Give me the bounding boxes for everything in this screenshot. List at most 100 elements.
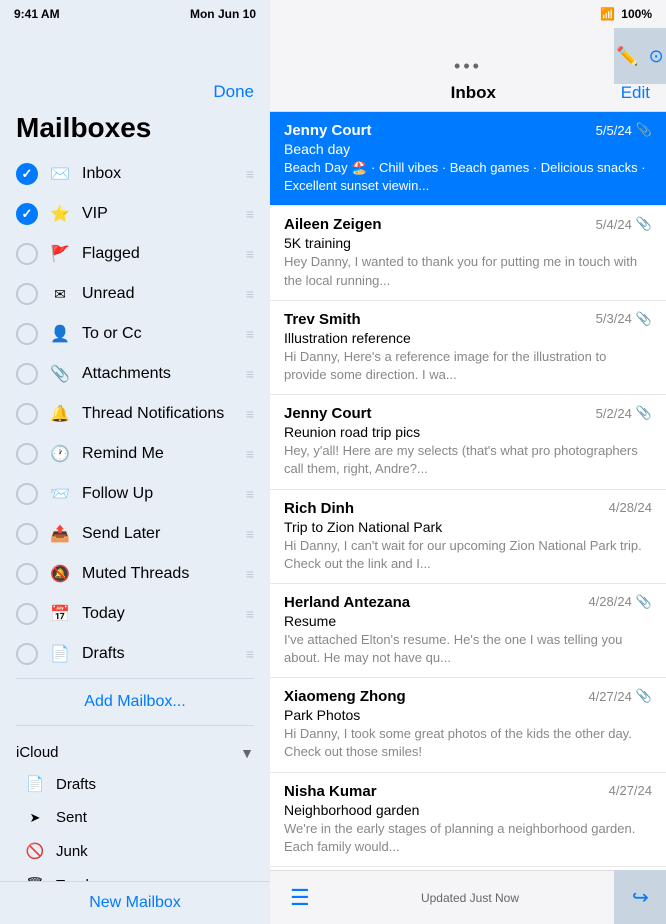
drag-handle-follow: ≡ — [246, 486, 254, 502]
left-panel: 9:41 AM Mon Jun 10 Done Mailboxes ✉️ Inb… — [0, 0, 270, 924]
mailbox-label-vip: VIP — [82, 205, 242, 223]
mailbox-item-flagged[interactable]: 🚩 Flagged ≡ — [0, 234, 270, 274]
mailbox-label-today: Today — [82, 605, 242, 623]
mailbox-label-drafts-main: Drafts — [82, 645, 242, 663]
more-options-dots: ••• — [454, 56, 482, 77]
today-icon: 📅 — [48, 604, 72, 624]
email-sender-3: Trev Smith — [284, 311, 596, 328]
email-sender-8: Nisha Kumar — [284, 783, 609, 800]
drag-handle-thread: ≡ — [246, 406, 254, 422]
mailbox-check-muted — [16, 563, 38, 585]
icloud-item-drafts-label: Drafts — [56, 776, 96, 793]
follow-up-icon: 📨 — [48, 484, 72, 504]
remind-me-icon: 🕐 — [48, 444, 72, 464]
email-date-3: 5/3/24 — [596, 311, 632, 326]
mailbox-check-today — [16, 603, 38, 625]
drag-handle-vip: ≡ — [246, 206, 254, 222]
email-item-4[interactable]: Jenny Court 5/2/24 📎 Reunion road trip p… — [270, 395, 666, 489]
email-preview-3: Hi Danny, Here's a reference image for t… — [284, 348, 652, 384]
icloud-item-trash[interactable]: 🗑 Trash — [20, 868, 254, 881]
mailbox-item-muted-threads[interactable]: 🔕 Muted Threads ≡ — [0, 554, 270, 594]
icloud-item-sent-label: Sent — [56, 809, 87, 826]
email-subject-3: Illustration reference — [284, 330, 652, 346]
overflow-icon[interactable]: ⊙ — [649, 46, 664, 67]
mailbox-label-to-cc: To or Cc — [82, 325, 242, 343]
done-button[interactable]: Done — [213, 82, 254, 102]
mailbox-item-inbox[interactable]: ✉️ Inbox ≡ — [0, 154, 270, 194]
email-sender-7: Xiaomeng Zhong — [284, 688, 588, 705]
email-item-9[interactable]: Antonio Manriquez 4/22/24 📎 Send photos … — [270, 867, 666, 870]
email-attach-7: 📎 — [636, 688, 652, 704]
mailbox-check-send-later — [16, 523, 38, 545]
email-sender-4: Jenny Court — [284, 405, 596, 422]
email-sender-1: Jenny Court — [284, 122, 596, 139]
email-preview-2: Hey Danny, I wanted to thank you for put… — [284, 253, 652, 289]
new-mailbox-button[interactable]: New Mailbox — [0, 881, 270, 924]
email-item-1[interactable]: Jenny Court 5/5/24 📎 Beach day Beach Day… — [270, 112, 666, 206]
email-item-2[interactable]: Aileen Zeigen 5/4/24 📎 5K training Hey D… — [270, 206, 666, 300]
email-item-3[interactable]: Trev Smith 5/3/24 📎 Illustration referen… — [270, 301, 666, 395]
icloud-item-sent[interactable]: ➤ Sent — [20, 801, 254, 834]
email-preview-5: Hi Danny, I can't wait for our upcoming … — [284, 537, 652, 573]
mailbox-label-thread-notifications: Thread Notifications — [82, 405, 242, 423]
drag-handle-today: ≡ — [246, 606, 254, 622]
update-status: Updated Just Now — [421, 891, 519, 905]
drag-handle-remind: ≡ — [246, 446, 254, 462]
mailbox-label-muted-threads: Muted Threads — [82, 565, 242, 583]
icloud-item-drafts[interactable]: 📄 Drafts — [20, 767, 254, 801]
icloud-sent-icon: ➤ — [24, 810, 46, 826]
icloud-header[interactable]: iCloud ▼ — [16, 738, 254, 767]
email-preview-6: I've attached Elton's resume. He's the o… — [284, 631, 652, 667]
mailbox-check-thread — [16, 403, 38, 425]
inbox-icon: ✉️ — [48, 164, 72, 184]
icloud-item-junk[interactable]: 🚫 Junk — [20, 834, 254, 868]
email-item-5[interactable]: Rich Dinh 4/28/24 Trip to Zion National … — [270, 490, 666, 584]
email-attach-3: 📎 — [636, 311, 652, 327]
bottom-right-area: ↩ — [614, 870, 666, 924]
mailbox-check-inbox — [16, 163, 38, 185]
mailbox-item-drafts[interactable]: 📄 Drafts ≡ — [0, 634, 270, 674]
reply-icon[interactable]: ↩ — [632, 885, 649, 910]
mailbox-item-attachments[interactable]: 📎 Attachments ≡ — [0, 354, 270, 394]
mailbox-item-remind-me[interactable]: 🕐 Remind Me ≡ — [0, 434, 270, 474]
mailbox-label-remind-me: Remind Me — [82, 445, 242, 463]
flagged-icon: 🚩 — [48, 244, 72, 264]
email-date-6: 4/28/24 — [588, 594, 631, 609]
email-list: Jenny Court 5/5/24 📎 Beach day Beach Day… — [270, 112, 666, 870]
attachments-icon: 📎 — [48, 364, 72, 384]
email-item-6[interactable]: Herland Antezana 4/28/24 📎 Resume I've a… — [270, 584, 666, 678]
email-item-8[interactable]: Nisha Kumar 4/27/24 Neighborhood garden … — [270, 773, 666, 867]
add-mailbox-button[interactable]: Add Mailbox... — [0, 683, 270, 721]
mailbox-item-send-later[interactable]: 📤 Send Later ≡ — [0, 514, 270, 554]
mailbox-item-to-cc[interactable]: 👤 To or Cc ≡ — [0, 314, 270, 354]
email-item-7[interactable]: Xiaomeng Zhong 4/27/24 📎 Park Photos Hi … — [270, 678, 666, 772]
inbox-header: ••• Inbox Edit — [270, 28, 666, 112]
right-panel: 📶 100% ••• Inbox Edit Jenny Court 5/5/24… — [270, 0, 666, 924]
email-date-2: 5/4/24 — [596, 217, 632, 232]
bottom-bar: ☰ Updated Just Now ⧉ — [270, 870, 666, 924]
mailbox-item-follow-up[interactable]: 📨 Follow Up ≡ — [0, 474, 270, 514]
email-subject-1: Beach day — [284, 141, 652, 157]
vip-star-icon: ⭐ — [48, 204, 72, 224]
drafts-main-icon: 📄 — [48, 644, 72, 664]
toolbar-icons: ✏️ ⊙ — [614, 28, 666, 84]
mailbox-label-inbox: Inbox — [82, 165, 242, 183]
mailbox-item-vip[interactable]: ⭐ VIP ≡ — [0, 194, 270, 234]
mailbox-item-thread-notifications[interactable]: 🔔 Thread Notifications ≡ — [0, 394, 270, 434]
mailbox-check-to-cc — [16, 323, 38, 345]
mailbox-item-today[interactable]: 📅 Today ≡ — [0, 594, 270, 634]
drag-handle-muted: ≡ — [246, 566, 254, 582]
edit-button[interactable]: Edit — [621, 83, 650, 103]
email-sender-6: Herland Antezana — [284, 594, 588, 611]
email-date-5: 4/28/24 — [609, 500, 652, 515]
email-subject-7: Park Photos — [284, 707, 652, 723]
compose-icon[interactable]: ✏️ — [616, 46, 638, 67]
inbox-title: Inbox — [326, 83, 621, 103]
email-preview-1: Beach Day 🏖️ · Chill vibes · Beach games… — [284, 159, 652, 195]
filter-icon[interactable]: ☰ — [290, 885, 310, 911]
mailbox-check-attachments — [16, 363, 38, 385]
drag-handle-inbox: ≡ — [246, 166, 254, 182]
mailbox-item-unread[interactable]: ✉ Unread ≡ — [0, 274, 270, 314]
mailboxes-title: Mailboxes — [0, 112, 270, 154]
drag-handle-attachments: ≡ — [246, 366, 254, 382]
